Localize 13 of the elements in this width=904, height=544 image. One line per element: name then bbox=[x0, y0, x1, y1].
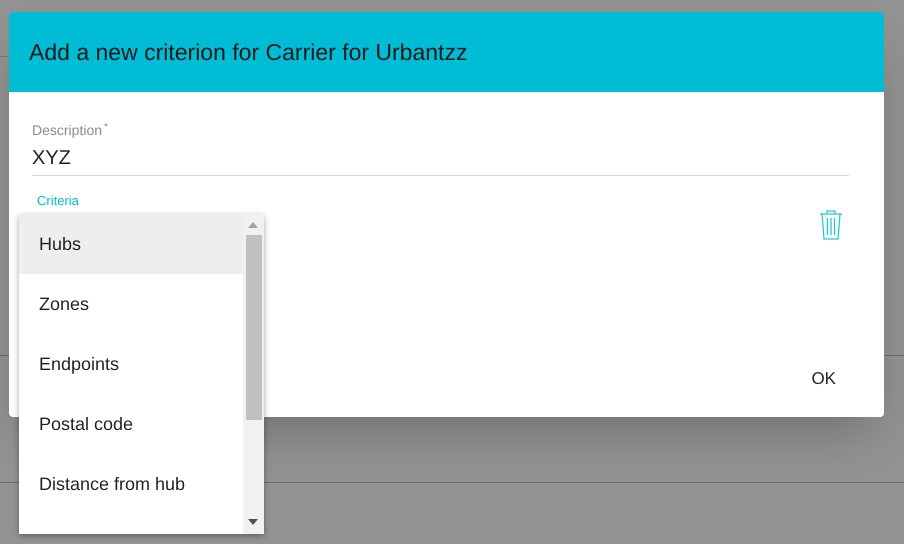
trash-icon[interactable] bbox=[819, 209, 843, 240]
ok-button[interactable]: OK bbox=[803, 360, 844, 397]
menu-item[interactable]: Hubs bbox=[19, 214, 243, 274]
dialog-title: Add a new criterion for Carrier for Urbantzz bbox=[29, 38, 468, 67]
scroll-up-icon[interactable] bbox=[248, 222, 258, 228]
scrollbar-thumb[interactable] bbox=[246, 235, 262, 420]
scrollbar[interactable] bbox=[243, 214, 264, 534]
field-label: Description bbox=[32, 121, 102, 140]
required-mark: * bbox=[104, 121, 108, 135]
scroll-down-icon[interactable] bbox=[248, 519, 258, 525]
description-field[interactable]: Description* XYZ bbox=[32, 120, 849, 176]
criteria-label: Criteria bbox=[37, 193, 80, 208]
field-value: XYZ bbox=[32, 146, 72, 171]
